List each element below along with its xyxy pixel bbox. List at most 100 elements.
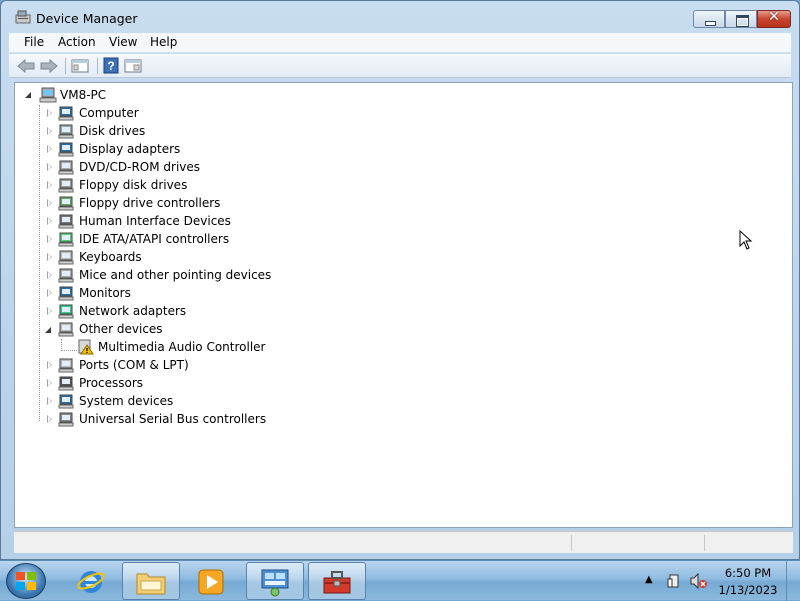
expand-icon[interactable] bbox=[47, 415, 52, 423]
menu-help[interactable]: Help bbox=[145, 35, 182, 49]
monitors-icon bbox=[58, 286, 74, 301]
help-button[interactable]: ? bbox=[103, 57, 123, 75]
floppy-disk-drives-icon bbox=[58, 178, 74, 193]
taskbar-device-manager[interactable] bbox=[308, 562, 366, 600]
show-desktop-button[interactable] bbox=[786, 561, 800, 601]
clock-date[interactable]: 1/13/2023 bbox=[712, 583, 784, 597]
back-button[interactable] bbox=[17, 57, 37, 75]
device-category-dvd-cd-rom-drives[interactable]: DVD/CD-ROM drives bbox=[45, 159, 285, 177]
system-devices-icon bbox=[58, 394, 74, 409]
minimize-button[interactable] bbox=[693, 10, 725, 28]
device-category-label: Universal Serial Bus controllers bbox=[79, 412, 267, 426]
device-category-floppy-drive-controllers[interactable]: Floppy drive controllers bbox=[45, 195, 285, 213]
processors-icon bbox=[58, 376, 74, 391]
expand-icon[interactable] bbox=[47, 289, 52, 297]
collapse-icon[interactable] bbox=[45, 327, 51, 333]
device-category-keyboards[interactable]: Keyboards bbox=[45, 249, 285, 267]
taskbar-media-player[interactable] bbox=[182, 562, 240, 600]
human-interface-devices-icon bbox=[58, 214, 74, 229]
ports-com-lpt-icon bbox=[58, 358, 74, 373]
device-category-label: Other devices bbox=[79, 322, 163, 336]
device-category-universal-serial-bus-controllers[interactable]: Universal Serial Bus controllers bbox=[45, 411, 285, 429]
windows-logo-icon bbox=[16, 572, 36, 590]
expand-icon[interactable] bbox=[47, 235, 52, 243]
expand-icon[interactable] bbox=[47, 127, 52, 135]
status-bar bbox=[14, 531, 793, 553]
volume-muted-icon[interactable] bbox=[690, 573, 708, 589]
device-category-system-devices[interactable]: System devices bbox=[45, 393, 285, 411]
collapse-icon[interactable] bbox=[25, 92, 31, 98]
toolbar-separator bbox=[65, 58, 66, 74]
expand-icon[interactable] bbox=[47, 307, 52, 315]
expand-icon[interactable] bbox=[47, 271, 52, 279]
maximize-button[interactable] bbox=[725, 10, 757, 28]
device-category-network-adapters[interactable]: Network adapters bbox=[45, 303, 285, 321]
device-category-disk-drives[interactable]: Disk drives bbox=[45, 123, 285, 141]
device-category-label: Computer bbox=[79, 106, 139, 120]
device-category-ports-com-lpt[interactable]: Ports (COM & LPT) bbox=[45, 357, 285, 375]
device-category-label: IDE ATA/ATAPI controllers bbox=[79, 232, 230, 246]
device-category-human-interface-devices[interactable]: Human Interface Devices bbox=[45, 213, 285, 231]
forward-button[interactable] bbox=[40, 57, 60, 75]
device-category-label: Floppy drive controllers bbox=[79, 196, 221, 210]
expand-icon[interactable] bbox=[47, 379, 52, 387]
expand-icon[interactable] bbox=[47, 217, 52, 225]
tree-guide-line bbox=[39, 105, 40, 421]
taskbar: ▲ 6:50 PM 1/13/2023 bbox=[0, 560, 800, 601]
action-center-icon[interactable] bbox=[667, 573, 683, 589]
title-bar[interactable]: Device Manager ✕ bbox=[1, 1, 799, 33]
computer-icon bbox=[39, 87, 57, 103]
device-category-label: Display adapters bbox=[79, 142, 181, 156]
device-category-display-adapters[interactable]: Display adapters bbox=[45, 141, 285, 159]
menu-file[interactable]: File bbox=[19, 35, 49, 49]
show-hide-tree-button[interactable] bbox=[71, 57, 91, 75]
status-separator bbox=[704, 535, 705, 551]
device-category-other-devices[interactable]: Other devices bbox=[45, 321, 285, 339]
tree-guide-line bbox=[61, 350, 77, 351]
close-button[interactable]: ✕ bbox=[757, 9, 791, 28]
device-category-label: DVD/CD-ROM drives bbox=[79, 160, 201, 174]
tree-root[interactable]: VM8-PC bbox=[23, 87, 143, 105]
floppy-drive-controllers-icon bbox=[58, 196, 74, 211]
expand-icon[interactable] bbox=[47, 163, 52, 171]
device-tree-panel[interactable]: VM8-PC Computer Disk drives Display adapte… bbox=[14, 82, 793, 528]
update-driver-icon bbox=[124, 59, 142, 73]
svg-text:?: ? bbox=[107, 59, 114, 73]
taskbar-control-panel[interactable] bbox=[246, 562, 304, 600]
menu-action[interactable]: Action bbox=[53, 35, 101, 49]
expand-icon[interactable] bbox=[47, 253, 52, 261]
menu-view[interactable]: View bbox=[104, 35, 142, 49]
expand-icon[interactable] bbox=[47, 199, 52, 207]
device-item-multimedia-audio[interactable]: Multimedia Audio Controller bbox=[77, 339, 277, 357]
device-category-monitors[interactable]: Monitors bbox=[45, 285, 285, 303]
device-category-ide-ata-atapi-controllers[interactable]: IDE ATA/ATAPI controllers bbox=[45, 231, 285, 249]
device-category-label: Human Interface Devices bbox=[79, 214, 231, 228]
expand-icon[interactable] bbox=[47, 181, 52, 189]
folder-icon bbox=[136, 573, 166, 595]
device-item-label: Multimedia Audio Controller bbox=[98, 340, 266, 354]
expand-icon[interactable] bbox=[47, 361, 52, 369]
expand-icon[interactable] bbox=[47, 109, 52, 117]
device-category-processors[interactable]: Processors bbox=[45, 375, 285, 393]
update-driver-button[interactable] bbox=[124, 57, 144, 75]
start-button[interactable] bbox=[6, 563, 46, 599]
toolbar: ? bbox=[9, 54, 791, 78]
status-separator bbox=[571, 535, 572, 551]
device-category-label: Floppy disk drives bbox=[79, 178, 188, 192]
taskbar-windows-explorer[interactable] bbox=[122, 562, 180, 600]
expand-icon[interactable] bbox=[47, 145, 52, 153]
device-category-computer[interactable]: Computer bbox=[45, 105, 285, 123]
expand-icon[interactable] bbox=[47, 397, 52, 405]
toolbox-icon bbox=[323, 571, 351, 594]
help-icon: ? bbox=[103, 57, 119, 74]
device-category-floppy-disk-drives[interactable]: Floppy disk drives bbox=[45, 177, 285, 195]
clock-time[interactable]: 6:50 PM bbox=[712, 566, 784, 580]
show-hidden-icons-button[interactable]: ▲ bbox=[645, 574, 653, 585]
universal-serial-bus-controllers-icon bbox=[58, 412, 74, 427]
tree-root-label: VM8-PC bbox=[60, 88, 107, 102]
display-adapters-icon bbox=[58, 142, 74, 157]
keyboards-icon bbox=[58, 250, 74, 265]
toolbar-separator bbox=[97, 58, 98, 74]
device-category-mice-and-other-pointing-devices[interactable]: Mice and other pointing devices bbox=[45, 267, 285, 285]
taskbar-internet-explorer[interactable] bbox=[62, 562, 120, 600]
